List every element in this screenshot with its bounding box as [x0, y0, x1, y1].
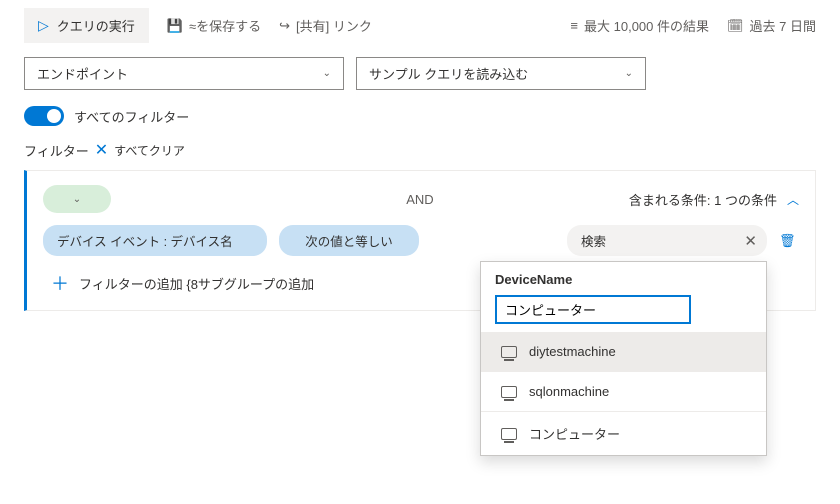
field-pill[interactable]: デバイス イベント : デバイス名	[43, 225, 267, 256]
chevron-down-icon: ⌄	[73, 194, 81, 205]
calendar-icon: 🗓	[727, 18, 744, 34]
share-icon: ↪	[279, 18, 290, 34]
device-icon	[501, 428, 517, 440]
results-limit[interactable]: ≡ 最大 10,000 件の結果	[570, 16, 709, 35]
device-icon	[501, 386, 517, 398]
dropdown-item[interactable]: diytestmachine	[481, 332, 766, 371]
and-label: AND	[111, 192, 629, 207]
plus-icon: ＋	[51, 270, 69, 296]
list-icon: ≡	[570, 18, 578, 33]
dropdown-item[interactable]: コンピューター	[481, 412, 766, 455]
chevron-up-icon[interactable]: ︿	[787, 191, 799, 208]
clear-all[interactable]: すべてクリア	[114, 142, 185, 159]
save-button[interactable]: 💾 ≈を保存する	[167, 16, 261, 35]
share-label: [共有] リンク	[296, 16, 372, 35]
run-label: クエリの実行	[57, 16, 135, 35]
play-icon: ▷	[38, 17, 49, 34]
dropdown-item[interactable]: sqlonmachine	[481, 372, 766, 411]
save-icon: 💾	[167, 18, 183, 34]
sample-query-select[interactable]: サンプル クエリを読み込む ⌄	[356, 57, 646, 90]
filters-title: フィルター	[24, 141, 89, 160]
dropdown-item-label: sqlonmachine	[529, 384, 609, 399]
condition-summary: 含まれる条件: 1 つの条件	[629, 190, 777, 209]
run-query-button[interactable]: ▷ クエリの実行	[24, 8, 149, 43]
toggle-label: すべてのフィルター	[74, 107, 189, 126]
clear-value-icon[interactable]: ✕	[744, 232, 757, 250]
dropdown-item-label: コンピューター	[529, 424, 620, 443]
results-label: 最大 10,000 件の結果	[584, 16, 709, 35]
field-label: デバイス イベント : デバイス名	[57, 235, 233, 249]
save-label: ≈を保存する	[189, 16, 261, 35]
devicename-dropdown: DeviceName diytestmachine sqlonmachine コ…	[480, 261, 767, 456]
dropdown-item-label: diytestmachine	[529, 344, 616, 359]
value-label: 検索	[581, 235, 606, 249]
clear-icon[interactable]: ✕	[95, 140, 108, 160]
dropdown-search-input[interactable]	[495, 295, 691, 324]
add-filter-label: フィルターの追加 {8サブグループの追加	[79, 274, 314, 293]
device-icon	[501, 346, 517, 358]
dropdown-header: DeviceName	[481, 262, 766, 295]
endpoint-select[interactable]: エンドポイント ⌄	[24, 57, 344, 90]
endpoint-label: エンドポイント	[37, 64, 128, 83]
operator-pill[interactable]: 次の値と等しい	[279, 225, 419, 256]
delete-condition-icon[interactable]: 🗑	[779, 233, 796, 249]
share-button[interactable]: ↪ [共有] リンク	[279, 16, 372, 35]
value-pill[interactable]: 検索 ✕	[567, 225, 767, 256]
group-operator-pill[interactable]: ⌄	[43, 185, 111, 213]
time-range[interactable]: 🗓 過去 7 日間	[727, 16, 816, 35]
chevron-down-icon: ⌄	[323, 68, 331, 79]
operator-label: 次の値と等しい	[305, 235, 393, 249]
sample-label: サンプル クエリを読み込む	[369, 64, 528, 83]
time-label: 過去 7 日間	[750, 16, 816, 35]
chevron-down-icon: ⌄	[625, 68, 633, 79]
all-filters-toggle[interactable]	[24, 106, 64, 126]
